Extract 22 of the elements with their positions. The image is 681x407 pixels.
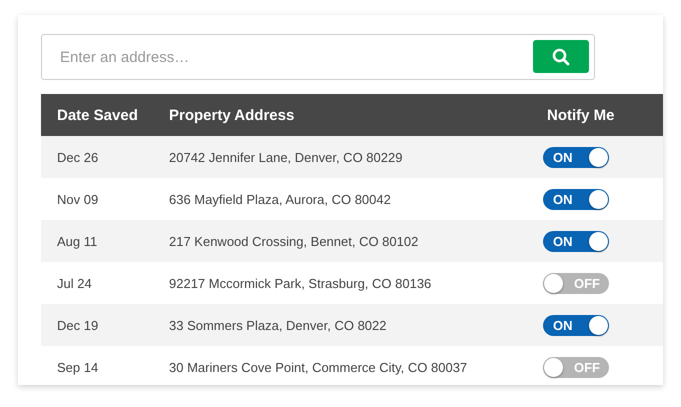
address-cell: 217 Kenwood Crossing, Bennet, CO 80102 bbox=[169, 234, 418, 248]
date-cell: Nov 09 bbox=[57, 192, 98, 206]
date-cell: Aug 11 bbox=[57, 234, 98, 248]
search-icon bbox=[552, 48, 570, 66]
search-button[interactable] bbox=[533, 40, 589, 73]
address-cell: 30 Mariners Cove Point, Commerce City, CO 80037 bbox=[169, 360, 468, 374]
address-cell: 636 Mayfield Plaza, Aurora, CO 80042 bbox=[169, 192, 391, 206]
notify-toggle[interactable]: ON bbox=[543, 188, 609, 210]
column-header: Notify Me bbox=[547, 106, 614, 124]
notify-toggle[interactable]: ON bbox=[543, 314, 609, 336]
date-cell: Sep 14 bbox=[57, 360, 98, 374]
notify-toggle[interactable]: ON bbox=[543, 146, 609, 168]
date-cell: Dec 26 bbox=[57, 150, 98, 164]
date-cell: Jul 24 bbox=[57, 276, 92, 290]
address-cell: 20742 Jennifer Lane, Denver, CO 80229 bbox=[169, 150, 402, 164]
column-header: Date Saved bbox=[57, 106, 138, 124]
search-field[interactable]: Enter an address… bbox=[41, 34, 595, 80]
address-cell: 33 Sommers Plaza, Denver, CO 8022 bbox=[169, 318, 386, 332]
address-cell: 92217 Mccormick Park, Strasburg, CO 80136 bbox=[169, 276, 432, 290]
notify-toggle[interactable]: ON bbox=[543, 230, 609, 252]
date-cell: Dec 19 bbox=[57, 318, 98, 332]
column-header: Property Address bbox=[169, 106, 294, 124]
